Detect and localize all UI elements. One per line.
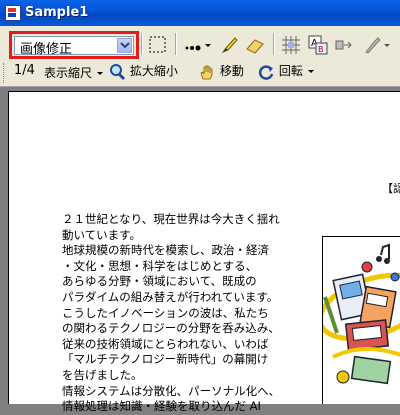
- text-ocr-button[interactable]: AB: [307, 34, 329, 56]
- chevron-down-icon: [307, 69, 314, 73]
- body-text: ２１世紀となり、現在世界は今大きく揺れ 動いています。 地球規模の新時代を模索し、政…: [62, 212, 292, 415]
- body-text-line: ２１世紀となり、現在世界は今大きく揺れ: [62, 212, 280, 226]
- illustration-image: [322, 236, 400, 404]
- rect-select-button[interactable]: [147, 34, 169, 56]
- body-text-line: ・文化・思想・科学をはじめとする、: [62, 258, 258, 273]
- display-scale-label: 表示縮尺: [44, 66, 93, 80]
- brush-icon: [365, 37, 390, 54]
- marquee-icon: [149, 36, 166, 53]
- toolbar-grip[interactable]: [3, 63, 7, 83]
- app-icon[interactable]: [5, 5, 21, 21]
- grid-button[interactable]: [280, 34, 302, 56]
- rotate-label: 回転: [278, 64, 303, 78]
- body-text-line: あらゆる分野・領域において、既成の: [62, 274, 257, 289]
- body-text-line: パラダイムの組み替えが行われています。: [62, 289, 279, 304]
- separator: [141, 33, 143, 55]
- body-text-line: 情報処理は知識・経験を取り込んだ AI: [62, 399, 261, 414]
- body-text-line: 「マルチテクノロジー新時代」の幕開け: [62, 352, 269, 367]
- grid-icon: [282, 36, 300, 54]
- window-title: Sample1: [25, 5, 89, 20]
- body-text-line: こうしたイノベーションの波は、私たち: [62, 305, 269, 320]
- mode-select-value: 画像修正: [20, 42, 73, 57]
- zoom-button[interactable]: 拡大縮小: [108, 62, 178, 81]
- rotate-button[interactable]: 回転: [257, 62, 315, 81]
- svg-text:B: B: [318, 45, 324, 54]
- text-icon: AB: [308, 35, 328, 55]
- chevron-down-icon: [96, 71, 103, 75]
- page-header-text: 【認: [382, 182, 400, 195]
- convert-button[interactable]: [333, 34, 355, 56]
- mode-select[interactable]: 画像修正: [14, 36, 134, 57]
- brush-button[interactable]: [362, 34, 392, 56]
- body-text-line: 従来の技術領域にとらわれない、いわば: [62, 336, 269, 351]
- zoom-ratio[interactable]: 1/4: [14, 63, 35, 78]
- separator: [175, 33, 177, 55]
- separator: [273, 33, 275, 55]
- convert-icon: [335, 40, 352, 50]
- dot-pen-button[interactable]: [183, 34, 213, 56]
- pencil-icon: [221, 37, 238, 54]
- eraser-icon: [246, 39, 264, 54]
- eraser-button[interactable]: [244, 34, 266, 56]
- pencil-button[interactable]: [219, 34, 241, 56]
- zoom-label: 拡大縮小: [129, 64, 178, 78]
- body-text-line: 地球規模の新時代を模索し、政治・経済: [62, 243, 269, 258]
- magnifier-icon: [110, 63, 126, 80]
- display-scale-button[interactable]: 表示縮尺: [44, 64, 104, 81]
- move-button[interactable]: 移動: [198, 62, 244, 81]
- move-label: 移動: [219, 64, 244, 78]
- body-text-line: 動いています。: [62, 227, 142, 242]
- body-text-line: 情報システムは分散化、パーソナル化へ、: [62, 383, 281, 398]
- dots-icon: [185, 44, 211, 51]
- rotate-icon: [258, 64, 274, 80]
- title-bar: Sample1: [0, 0, 400, 26]
- chevron-down-icon[interactable]: [117, 38, 132, 53]
- body-text-line: の関わるテクノロジーの分野を呑み込み、: [62, 321, 280, 336]
- body-text-line: を告げました。: [62, 367, 143, 382]
- hand-icon: [200, 65, 213, 79]
